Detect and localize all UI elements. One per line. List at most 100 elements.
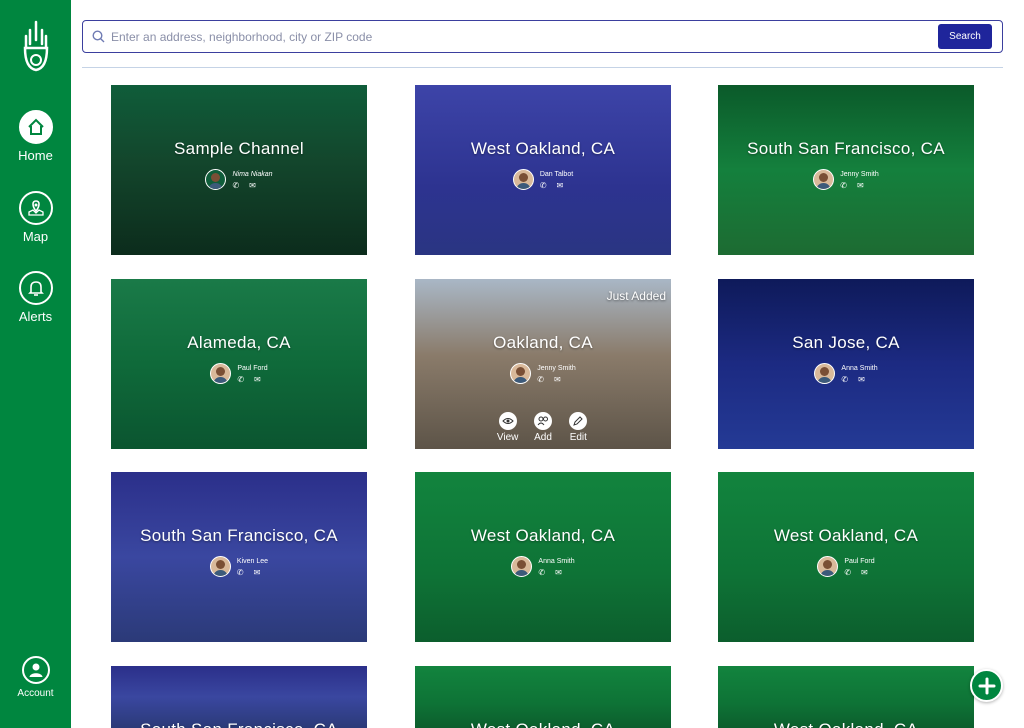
agent-name: Dan Talbot (539, 170, 574, 178)
phone-icon[interactable]: ✆ (237, 568, 244, 577)
mail-icon[interactable]: ✉ (857, 181, 864, 190)
mail-icon[interactable]: ✉ (554, 375, 561, 384)
edit-button[interactable]: Edit (561, 412, 596, 443)
channel-card[interactable]: San Jose, CA Anna Smith ✆ ✉ (718, 279, 974, 449)
agent-name: Nima Niakan (232, 170, 273, 178)
divider (82, 67, 1003, 68)
channel-card-selected[interactable]: Just Added Oakland, CA Jenny Smith ✆ ✉ Vi… (415, 279, 671, 449)
view-label: View (496, 432, 519, 443)
card-image (415, 666, 671, 728)
phone-icon[interactable]: ✆ (841, 375, 848, 384)
add-channel-button[interactable] (970, 669, 1003, 702)
agent-info: Jenny Smith ✆ ✉ (718, 169, 974, 190)
mail-icon[interactable]: ✉ (254, 375, 261, 384)
card-title: West Oakland, CA (470, 526, 616, 545)
avatar (512, 169, 534, 190)
agent-info: Anna Smith ✆ ✉ (718, 363, 974, 384)
phone-icon[interactable]: ✆ (237, 375, 244, 384)
agent-info: Kiven Lee ✆ ✉ (111, 556, 367, 577)
phone-icon[interactable]: ✆ (840, 181, 847, 190)
agent-info: Nima Niakan ✆ ✉ (111, 169, 367, 190)
phone-icon[interactable]: ✆ (232, 181, 239, 190)
just-added-badge: Just Added (606, 289, 666, 303)
channel-card[interactable]: West Oakland, CA (415, 666, 671, 728)
card-title: West Oakland, CA (415, 720, 671, 728)
add-button[interactable]: Add (525, 412, 560, 443)
channel-card[interactable]: Sample Channel Nima Niakan ✆ ✉ (111, 85, 367, 255)
card-actions: View Add Edit (490, 412, 596, 443)
card-image (718, 666, 974, 728)
sidebar-item-label: Map (22, 229, 49, 244)
agent-name: Paul Ford (237, 364, 268, 372)
sidebar-item-home[interactable]: Home (0, 110, 71, 163)
logo-avatar (205, 169, 227, 190)
home-icon (18, 110, 53, 144)
phone-icon[interactable]: ✆ (537, 375, 544, 384)
add-label: Add (534, 432, 552, 443)
phone-icon[interactable]: ✆ (844, 568, 851, 577)
avatar (510, 363, 532, 384)
avatar (210, 363, 232, 384)
agent-info: Dan Talbot ✆ ✉ (415, 169, 671, 190)
avatar (817, 556, 839, 577)
card-title: South San Francisco, CA (747, 139, 945, 158)
sidebar: Home Map Alerts Account (0, 0, 71, 728)
eye-icon (498, 412, 517, 430)
channel-card[interactable]: West Oakland, CA Anna Smith ✆ ✉ (415, 472, 671, 642)
search-input[interactable] (111, 26, 931, 48)
mail-icon[interactable]: ✉ (858, 375, 865, 384)
edit-label: Edit (569, 432, 587, 443)
plus-icon (978, 677, 995, 694)
sidebar-item-alerts[interactable]: Alerts (0, 271, 71, 324)
card-title: South San Francisco, CA (140, 526, 338, 545)
pencil-icon (569, 412, 588, 430)
view-button[interactable]: View (490, 412, 525, 443)
agent-name: Anna Smith (538, 557, 575, 565)
channel-card[interactable]: South San Francisco, CA Kiven Lee ✆ ✉ (111, 472, 367, 642)
card-title: West Oakland, CA (470, 139, 616, 158)
mail-icon[interactable]: ✉ (249, 181, 256, 190)
add-user-icon (533, 412, 552, 430)
card-title: Oakland, CA (493, 333, 593, 352)
mail-icon[interactable]: ✉ (254, 568, 261, 577)
channel-card[interactable]: South San Francisco, CA (111, 666, 367, 728)
phone-icon[interactable]: ✆ (540, 181, 547, 190)
card-title: Alameda, CA (187, 333, 291, 352)
agent-name: Anna Smith (841, 364, 878, 372)
card-title: West Oakland, CA (718, 720, 974, 728)
sidebar-item-label: Alerts (18, 309, 53, 324)
user-icon (21, 656, 50, 684)
avatar (813, 169, 835, 190)
agent-info: Jenny Smith ✆ ✉ (415, 363, 671, 384)
bell-icon (18, 271, 53, 305)
search-button[interactable]: Search (938, 24, 992, 49)
channel-card[interactable]: West Oakland, CA Dan Talbot ✆ ✉ (415, 85, 671, 255)
sidebar-item-label: Home (18, 148, 53, 163)
mail-icon[interactable]: ✉ (555, 568, 562, 577)
card-title: South San Francisco, CA (111, 720, 367, 728)
agent-info: Anna Smith ✆ ✉ (415, 556, 671, 577)
channel-grid: Sample Channel Nima Niakan ✆ ✉ West Oakla… (0, 0, 1024, 728)
avatar (511, 556, 533, 577)
mail-icon[interactable]: ✉ (861, 568, 868, 577)
card-title: San Jose, CA (792, 333, 900, 352)
agent-name: Jenny Smith (840, 170, 879, 178)
sidebar-item-map[interactable]: Map (0, 191, 71, 244)
phone-icon[interactable]: ✆ (538, 568, 545, 577)
search-bar: Search (82, 20, 1003, 53)
mail-icon[interactable]: ✉ (557, 181, 564, 190)
agent-name: Kiven Lee (236, 557, 269, 565)
account-label: Account (17, 688, 54, 699)
channel-card[interactable]: South San Francisco, CA Jenny Smith ✆ ✉ (718, 85, 974, 255)
channel-card[interactable]: West Oakland, CA (718, 666, 974, 728)
channel-card[interactable]: Alameda, CA Paul Ford ✆ ✉ (111, 279, 367, 449)
agent-info: Paul Ford ✆ ✉ (111, 363, 367, 384)
sidebar-item-account[interactable]: Account (0, 656, 71, 699)
search-icon (92, 30, 105, 43)
agent-info: Paul Ford ✆ ✉ (718, 556, 974, 577)
agent-name: Paul Ford (844, 557, 875, 565)
card-image (111, 666, 367, 728)
card-title: West Oakland, CA (773, 526, 919, 545)
channel-card[interactable]: West Oakland, CA Paul Ford ✆ ✉ (718, 472, 974, 642)
map-icon (18, 191, 53, 225)
